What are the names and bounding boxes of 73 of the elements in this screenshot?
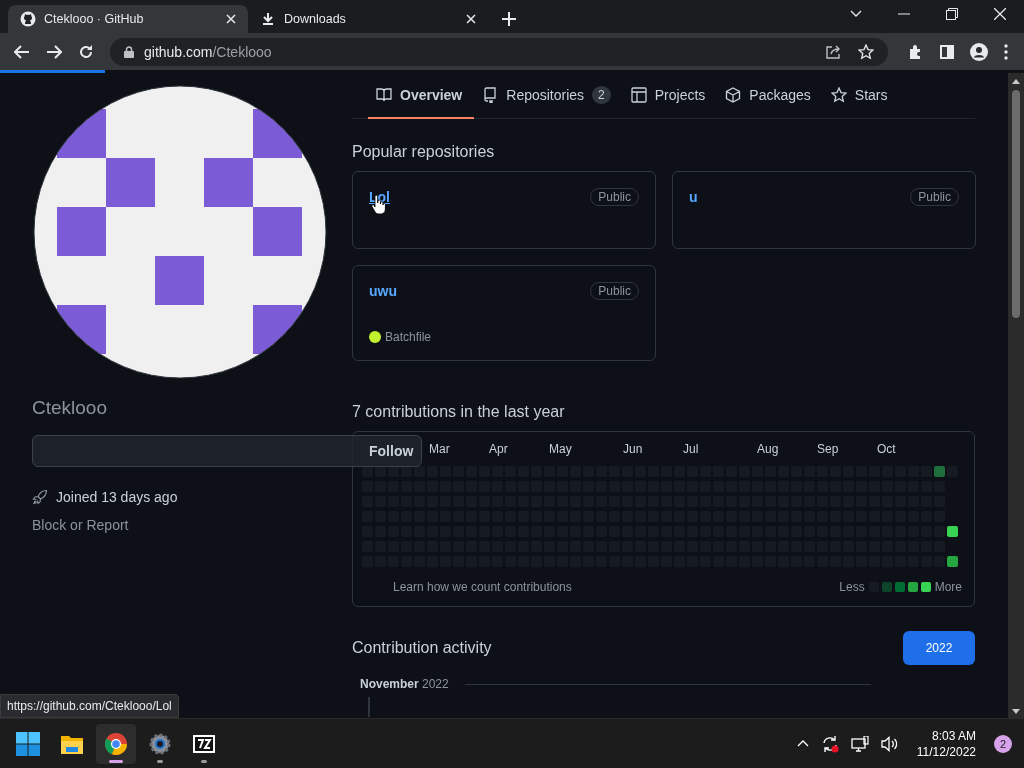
close-icon[interactable] (226, 14, 236, 24)
scroll-thumb[interactable] (1012, 90, 1020, 318)
count-badge: 2 (592, 86, 611, 104)
notification-badge[interactable]: 2 (994, 734, 1012, 753)
package-icon (725, 87, 742, 103)
reload-icon[interactable] (78, 43, 94, 60)
month-label: Sep (817, 442, 840, 458)
sync-icon[interactable] (820, 734, 839, 753)
profile-icon[interactable] (970, 42, 988, 61)
side-panel-icon[interactable] (940, 44, 954, 59)
github-icon (20, 11, 36, 27)
restore-icon[interactable] (946, 8, 958, 20)
repo-icon (482, 87, 499, 103)
browser-tab[interactable]: Downloads (248, 5, 488, 33)
month-label: Jul (683, 442, 700, 458)
block-link[interactable]: Block or Report (32, 517, 129, 533)
windows-icon (16, 731, 40, 756)
scroll-down-icon[interactable] (1012, 709, 1020, 714)
download-icon (260, 11, 276, 27)
chevron-down-icon[interactable] (850, 10, 862, 18)
book-icon (376, 87, 392, 103)
star-icon[interactable] (858, 43, 874, 60)
month-label: Oct (877, 442, 897, 458)
learn-link[interactable]: Learn how we count contributions (393, 580, 572, 594)
month-label: Jun (623, 442, 644, 458)
section-heading: 7 contributions in the last year (352, 403, 566, 421)
browser-tab[interactable]: Cteklooo · GitHub (8, 5, 248, 33)
back-icon[interactable] (14, 44, 30, 59)
nav-tab[interactable]: Repositories 2 (474, 73, 623, 119)
address-bar[interactable]: github.com/Cteklooo (110, 37, 888, 66)
timeline-month: November 2022 (360, 677, 449, 691)
month-label: Aug (757, 442, 780, 458)
volume-icon[interactable] (880, 735, 899, 752)
gear-icon (148, 731, 172, 756)
taskbar-app[interactable] (96, 723, 136, 764)
repo-link[interactable]: Lol (369, 189, 390, 205)
legend-label: More (934, 580, 962, 594)
scroll-up-icon[interactable] (1012, 79, 1020, 84)
new-tab-icon[interactable] (502, 12, 516, 26)
share-icon[interactable] (826, 44, 842, 59)
section-heading: Contribution activity (352, 639, 492, 657)
joined-date: Joined 13 days ago (56, 489, 178, 505)
chevron-up-icon[interactable] (796, 740, 809, 747)
month-label: Apr (489, 442, 509, 458)
close-icon[interactable] (994, 8, 1006, 20)
legend-scale-drawing (868, 581, 931, 593)
follow-button[interactable]: Follow (32, 435, 422, 467)
username: Cteklooo (32, 397, 108, 419)
year-button[interactable]: 2022 (903, 631, 975, 665)
legend-label: Less (839, 580, 865, 594)
month-label: Mar (429, 442, 451, 458)
close-icon[interactable] (466, 14, 476, 24)
lock-icon (124, 45, 134, 58)
forward-icon[interactable] (46, 44, 62, 59)
nav-tab[interactable]: Overview (368, 73, 475, 119)
scrollbar[interactable] (1008, 73, 1024, 718)
chrome-icon (104, 731, 128, 756)
repo-link[interactable]: u (689, 189, 698, 205)
star-icon (830, 87, 847, 103)
language-name: Batchfile (385, 330, 432, 344)
nav-tab[interactable]: Packages (717, 73, 823, 119)
rocket-icon (32, 489, 48, 505)
clock[interactable]: 8:03 AM 11/12/2022 (916, 727, 976, 760)
url-text: github.com/Cteklooo (144, 43, 272, 60)
month-label: May (549, 442, 573, 458)
menu-icon[interactable] (1004, 43, 1008, 60)
network-icon[interactable] (850, 735, 869, 752)
nav-tab[interactable]: Stars (822, 73, 900, 119)
table-icon (630, 87, 647, 103)
status-url: https://github.com/Cteklooo/Lol (0, 694, 179, 718)
nav-tab[interactable]: Projects (622, 73, 718, 119)
section-heading: Popular repositories (352, 143, 496, 161)
repo-link[interactable]: uwu (369, 283, 397, 299)
